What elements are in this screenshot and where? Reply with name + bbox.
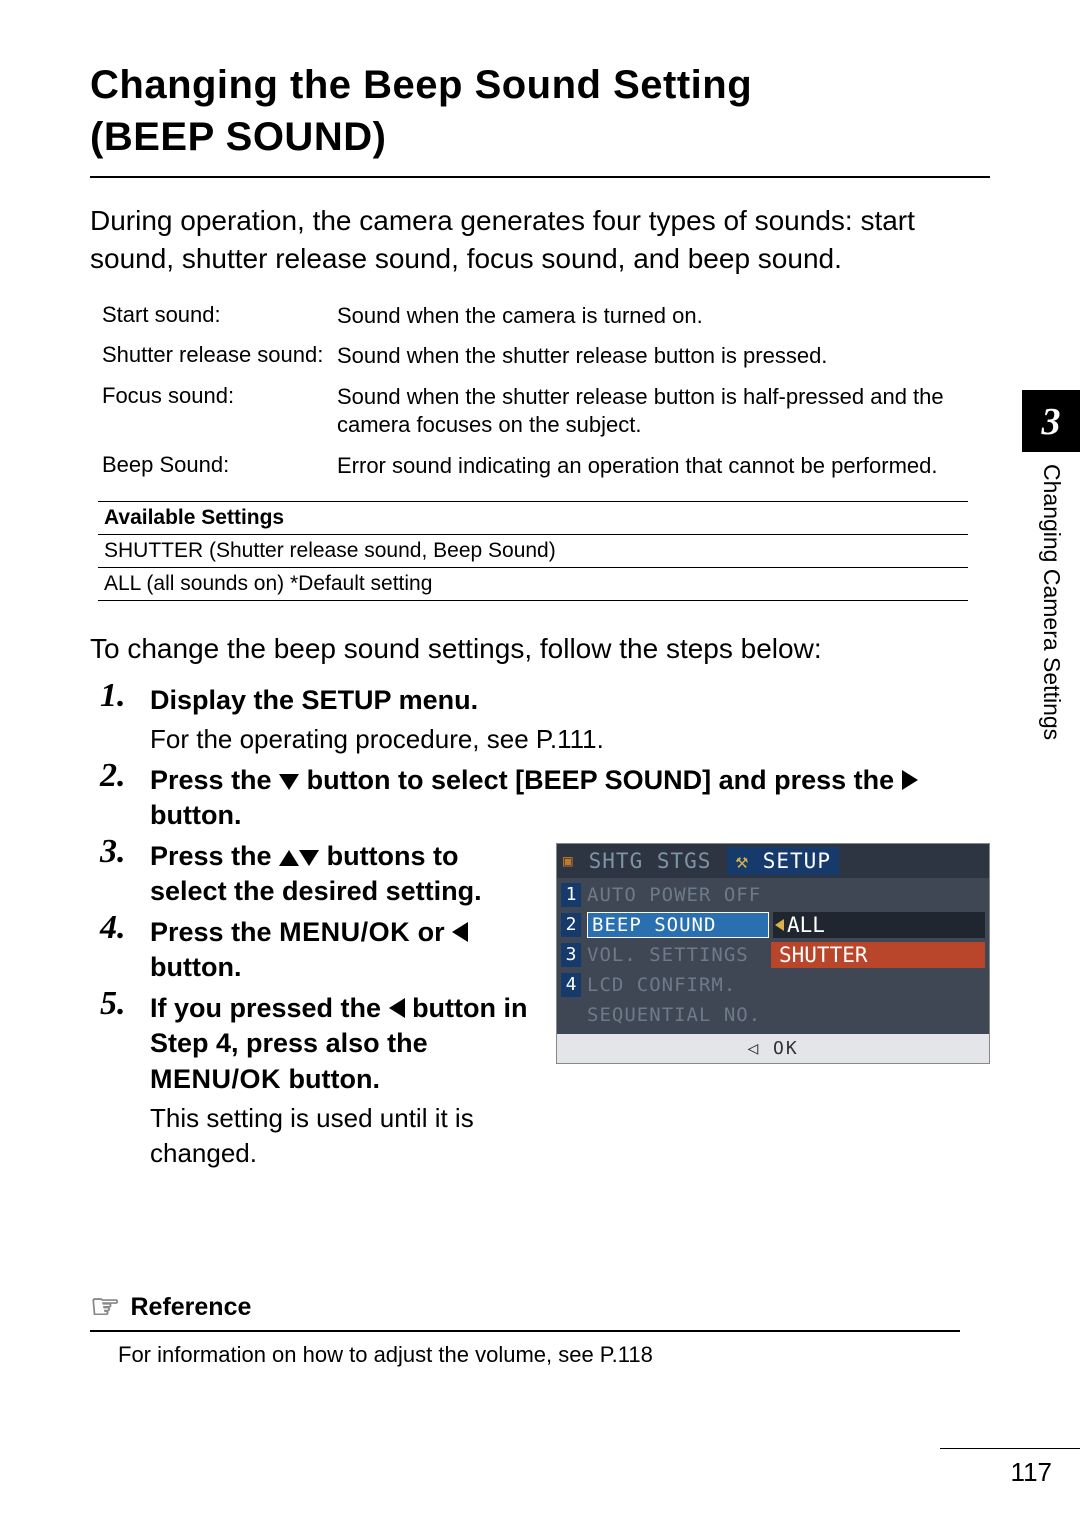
lcd-row-label: VOL. SETTINGS bbox=[587, 944, 767, 966]
lcd-screenshot: ▣ SHTG STGS ⚒ SETUP 1 AUTO POWER OFF 2 BE… bbox=[556, 843, 990, 1064]
menu-ok-label: MENU/OK bbox=[279, 917, 410, 947]
step-body: For the operating procedure, see P.111. bbox=[150, 722, 990, 757]
sound-definitions-table: Start sound: Sound when the camera is tu… bbox=[102, 296, 977, 487]
step-3: Press the buttons to select the desired … bbox=[100, 839, 532, 909]
lcd-row-num: 3 bbox=[561, 943, 581, 967]
table-row: Beep Sound: Error sound indicating an op… bbox=[102, 446, 977, 487]
step-title: Display the SETUP menu. bbox=[150, 683, 990, 718]
step-title: Press the buttons to select the desired … bbox=[150, 839, 532, 909]
available-settings-table: Available Settings SHUTTER (Shutter rele… bbox=[98, 501, 968, 601]
text: SETUP bbox=[763, 849, 831, 873]
settings-row: ALL (all sounds on) *Default setting bbox=[98, 567, 968, 600]
settings-header: Available Settings bbox=[98, 501, 968, 534]
chapter-number: 3 bbox=[1022, 390, 1080, 444]
lcd-option-shutter: SHUTTER bbox=[771, 942, 985, 968]
step-title: If you pressed the button in Step 4, pre… bbox=[150, 991, 532, 1096]
page-title-line1: Changing the Beep Sound Setting bbox=[90, 60, 990, 110]
hand-pointing-icon: ☞ bbox=[90, 1290, 120, 1324]
chapter-title: Changing Camera Settings bbox=[1038, 464, 1065, 844]
lcd-row-num: 1 bbox=[561, 883, 581, 907]
step-4: Press the MENU/OK or button. bbox=[100, 915, 532, 985]
steps-list: Display the SETUP menu. For the operatin… bbox=[90, 683, 990, 833]
text: Press the bbox=[150, 765, 279, 795]
table-row: Focus sound: Sound when the shutter rele… bbox=[102, 377, 977, 446]
up-arrow-icon bbox=[279, 850, 299, 866]
def-label: Shutter release sound: bbox=[102, 336, 337, 377]
def-desc: Error sound indicating an operation that… bbox=[337, 446, 977, 487]
reference-divider bbox=[90, 1330, 960, 1332]
wrench-icon: ⚒ bbox=[735, 849, 749, 873]
lcd-row-label: AUTO POWER OFF bbox=[587, 884, 767, 906]
step-1: Display the SETUP menu. For the operatin… bbox=[100, 683, 990, 757]
reference-heading: Reference bbox=[130, 1293, 251, 1322]
down-arrow-icon bbox=[279, 774, 299, 790]
reference-body: For information on how to adjust the vol… bbox=[118, 1342, 960, 1368]
text: OK bbox=[773, 1038, 799, 1059]
def-label: Focus sound: bbox=[102, 377, 337, 446]
lcd-row-label-selected: BEEP SOUND bbox=[587, 912, 769, 938]
def-desc: Sound when the shutter release button is… bbox=[337, 377, 977, 446]
steps-list-cont: Press the buttons to select the desired … bbox=[90, 839, 532, 1171]
follow-text: To change the beep sound settings, follo… bbox=[90, 633, 990, 665]
lcd-ok-bar: ◁ OK bbox=[557, 1034, 989, 1063]
lcd-row-label: SEQUENTIAL NO. bbox=[587, 1004, 767, 1026]
table-row: Shutter release sound: Sound when the sh… bbox=[102, 336, 977, 377]
step-body: This setting is used until it is changed… bbox=[150, 1101, 532, 1171]
step-title: Press the MENU/OK or button. bbox=[150, 915, 532, 985]
def-desc: Sound when the camera is turned on. bbox=[337, 296, 977, 337]
menu-ok-label: MENU/OK bbox=[150, 1064, 281, 1094]
reference-box: ☞ Reference For information on how to ad… bbox=[90, 1290, 960, 1368]
page-title-line2: (BEEP SOUND) bbox=[90, 112, 990, 162]
page-number: 117 bbox=[940, 1448, 1080, 1488]
text: button. bbox=[150, 952, 241, 982]
title-divider bbox=[90, 176, 990, 178]
lcd-option-all: ALL bbox=[773, 912, 985, 938]
step-5: If you pressed the button in Step 4, pre… bbox=[100, 991, 532, 1170]
text: or bbox=[410, 917, 452, 947]
text: Press the bbox=[150, 841, 279, 871]
text: button to select [BEEP SOUND] and press … bbox=[299, 765, 902, 795]
def-desc: Sound when the shutter release button is… bbox=[337, 336, 977, 377]
lcd-tab-setup: ⚒ SETUP bbox=[727, 847, 839, 875]
text: If you pressed the bbox=[150, 993, 389, 1023]
lcd-tab-shtg: SHTG STGS bbox=[581, 847, 720, 875]
def-label: Beep Sound: bbox=[102, 446, 337, 487]
right-arrow-icon bbox=[902, 770, 918, 790]
def-label: Start sound: bbox=[102, 296, 337, 337]
text: button. bbox=[150, 800, 241, 830]
camera-icon: ▣ bbox=[563, 851, 573, 870]
table-row: Start sound: Sound when the camera is tu… bbox=[102, 296, 977, 337]
down-arrow-icon bbox=[299, 850, 319, 866]
step-2: Press the button to select [BEEP SOUND] … bbox=[100, 763, 990, 833]
intro-text: During operation, the camera generates f… bbox=[90, 202, 990, 278]
lcd-row-num: 2 bbox=[561, 913, 581, 937]
chapter-side-tab: 3 Changing Camera Settings bbox=[1022, 390, 1080, 820]
lcd-row-label: LCD CONFIRM. bbox=[587, 974, 767, 996]
settings-row: SHUTTER (Shutter release sound, Beep Sou… bbox=[98, 534, 968, 567]
lcd-row-num: 4 bbox=[561, 973, 581, 997]
text: button. bbox=[281, 1064, 380, 1094]
left-arrow-icon bbox=[452, 922, 468, 942]
step-title: Press the button to select [BEEP SOUND] … bbox=[150, 763, 990, 833]
text: Press the bbox=[150, 917, 279, 947]
left-arrow-icon bbox=[389, 998, 405, 1018]
